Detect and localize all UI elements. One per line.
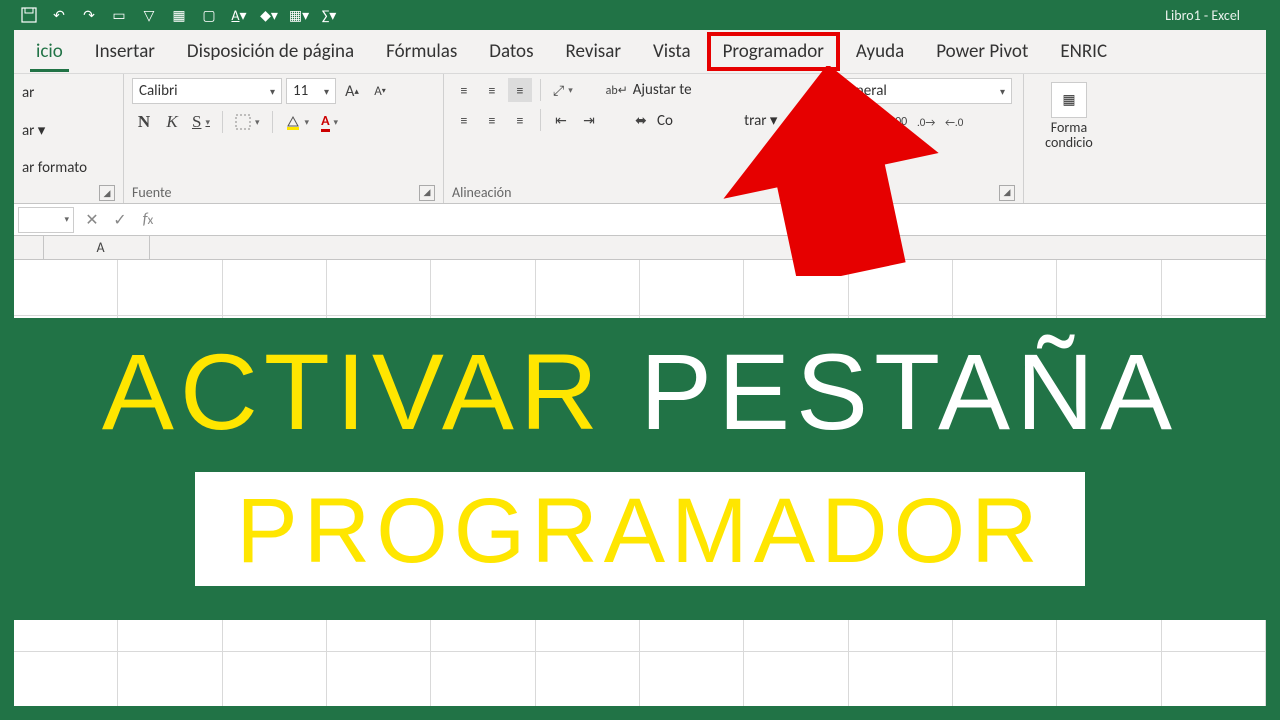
fx-icon[interactable]: fx xyxy=(134,207,162,233)
tab-inicio[interactable]: icio xyxy=(20,32,79,71)
column-headers: A xyxy=(14,236,1266,260)
tab-datos[interactable]: Datos xyxy=(473,32,549,71)
cut-button[interactable]: ar xyxy=(22,84,115,102)
currency-icon[interactable]: $▾ xyxy=(832,110,854,134)
decrease-indent-icon[interactable]: ⇤ xyxy=(549,108,573,132)
sum-icon[interactable]: ∑▾ xyxy=(320,6,338,24)
fill-color-icon[interactable]: ◆▾ xyxy=(260,6,278,24)
col-header-a[interactable]: A xyxy=(44,236,150,259)
save-icon[interactable] xyxy=(20,6,38,24)
cancel-icon[interactable]: ✕ xyxy=(78,207,106,233)
group-styles: ▦ Forma condicio xyxy=(1024,74,1114,203)
align-bottom-icon[interactable]: ≡ xyxy=(508,78,532,102)
tab-insertar[interactable]: Insertar xyxy=(79,32,171,71)
copy-button[interactable]: ar ▾ xyxy=(22,121,115,140)
thousands-icon[interactable]: 000 xyxy=(886,110,910,134)
tab-ayuda[interactable]: Ayuda xyxy=(840,32,920,71)
group-clipboard: ar ar ▾ ar formato ◢ xyxy=(14,74,124,203)
headline-word1: ACTIVAR xyxy=(102,331,604,452)
tab-formulas[interactable]: Fórmulas xyxy=(370,32,473,71)
formula-input[interactable] xyxy=(162,207,1266,233)
headline-word2: PESTAÑA xyxy=(640,331,1178,452)
grid-icon[interactable]: ▦ xyxy=(170,6,188,24)
wrap-text-label[interactable]: Ajustar te xyxy=(633,81,692,99)
group-font: Calibri▾ 11▾ A▴ A▾ N K S▾ ▾ ▾ A▾ Fuente ◢ xyxy=(124,74,444,203)
font-size-combo[interactable]: 11▾ xyxy=(286,78,336,104)
font-launcher-icon[interactable]: ◢ xyxy=(419,185,435,201)
conditional-format-icon: ▦ xyxy=(1051,82,1087,118)
decrease-decimal-icon[interactable]: ←.0 xyxy=(942,110,966,134)
font-color-icon[interactable]: A▾ xyxy=(230,6,248,24)
window-title: Libro1 - Excel xyxy=(1165,7,1240,24)
align-middle-icon[interactable]: ≡ xyxy=(480,78,504,102)
ribbon: ar ar ▾ ar formato ◢ Calibri▾ 11▾ A▴ A▾ … xyxy=(14,74,1266,204)
decrease-font-icon[interactable]: A▾ xyxy=(368,79,392,103)
number-format-combo[interactable]: General▾ xyxy=(832,78,1012,104)
italic-button[interactable]: K xyxy=(160,110,184,134)
select-all-corner[interactable] xyxy=(14,236,44,259)
headline-word3: PROGRAMADOR xyxy=(236,485,1043,577)
font-family-combo[interactable]: Calibri▾ xyxy=(132,78,282,104)
ribbon-tabs: icio Insertar Disposición de página Fórm… xyxy=(14,30,1266,74)
align-right-icon[interactable]: ≡ xyxy=(508,108,532,132)
format-painter-button[interactable]: ar formato xyxy=(22,159,115,177)
merge-icon[interactable]: ⬌ xyxy=(629,108,653,132)
formula-bar: ▾ ✕ ✓ fx xyxy=(14,204,1266,236)
tab-powerpivot[interactable]: Power Pivot xyxy=(920,32,1044,71)
table-icon[interactable]: ▦▾ xyxy=(290,6,308,24)
quick-access-toolbar: ↶ ↷ ▭ ▽ ▦ ▢ A▾ ◆▾ ▦▾ ∑▾ xyxy=(20,6,338,24)
increase-indent-icon[interactable]: ⇥ xyxy=(577,108,601,132)
font-color-button[interactable]: A▾ xyxy=(317,110,342,134)
border-icon[interactable]: ▢ xyxy=(200,6,218,24)
undo-icon[interactable]: ↶ xyxy=(50,6,68,24)
number-group-label: Número xyxy=(832,184,879,201)
increase-font-icon[interactable]: A▴ xyxy=(340,79,364,103)
align-top-icon[interactable]: ≡ xyxy=(452,78,476,102)
conditional-format-button[interactable]: ▦ Forma condicio xyxy=(1032,78,1106,155)
underline-button[interactable]: S▾ xyxy=(188,110,214,134)
tab-vista[interactable]: Vista xyxy=(637,32,707,71)
titlebar: ↶ ↷ ▭ ▽ ▦ ▢ A▾ ◆▾ ▦▾ ∑▾ Libro1 - Excel xyxy=(14,0,1266,30)
bold-button[interactable]: N xyxy=(132,110,156,134)
percent-icon[interactable]: % xyxy=(858,110,882,134)
alignment-launcher-icon[interactable]: ◢ xyxy=(799,185,815,201)
clipboard-launcher-icon[interactable]: ◢ xyxy=(99,185,115,201)
wrap-text-icon[interactable]: ab↵ xyxy=(605,78,629,102)
increase-decimal-icon[interactable]: .0→ xyxy=(914,110,938,134)
borders-icon[interactable]: ▾ xyxy=(231,110,264,134)
filter-icon[interactable]: ▽ xyxy=(140,6,158,24)
tab-disposicion[interactable]: Disposición de página xyxy=(171,32,370,71)
tab-enric[interactable]: ENRIC xyxy=(1044,32,1123,71)
group-number: General▾ $▾ % 000 .0→ ←.0 Número ◢ xyxy=(824,74,1024,203)
fill-color-button[interactable]: ▾ xyxy=(281,110,314,134)
number-launcher-icon[interactable]: ◢ xyxy=(999,185,1015,201)
group-alignment: ≡ ≡ ≡ ⤢▾ ab↵ Ajustar te ≡ ≡ ≡ ⇤ ⇥ xyxy=(444,74,824,203)
align-left-icon[interactable]: ≡ xyxy=(452,108,476,132)
name-box[interactable]: ▾ xyxy=(18,207,74,233)
tab-programador[interactable]: Programador xyxy=(707,32,840,71)
tab-revisar[interactable]: Revisar xyxy=(550,32,637,71)
alignment-group-label: Alineación xyxy=(452,184,511,201)
enter-icon[interactable]: ✓ xyxy=(106,207,134,233)
redo-icon[interactable]: ↷ xyxy=(80,6,98,24)
orientation-icon[interactable]: ⤢▾ xyxy=(549,78,577,102)
font-group-label: Fuente xyxy=(132,184,171,201)
headline-overlay: ACTIVAR PESTAÑA PROGRAMADOR xyxy=(14,318,1266,620)
align-center-icon[interactable]: ≡ xyxy=(480,108,504,132)
touch-icon[interactable]: ▭ xyxy=(110,6,128,24)
merge-label[interactable]: Co trar ▾ xyxy=(657,111,777,130)
